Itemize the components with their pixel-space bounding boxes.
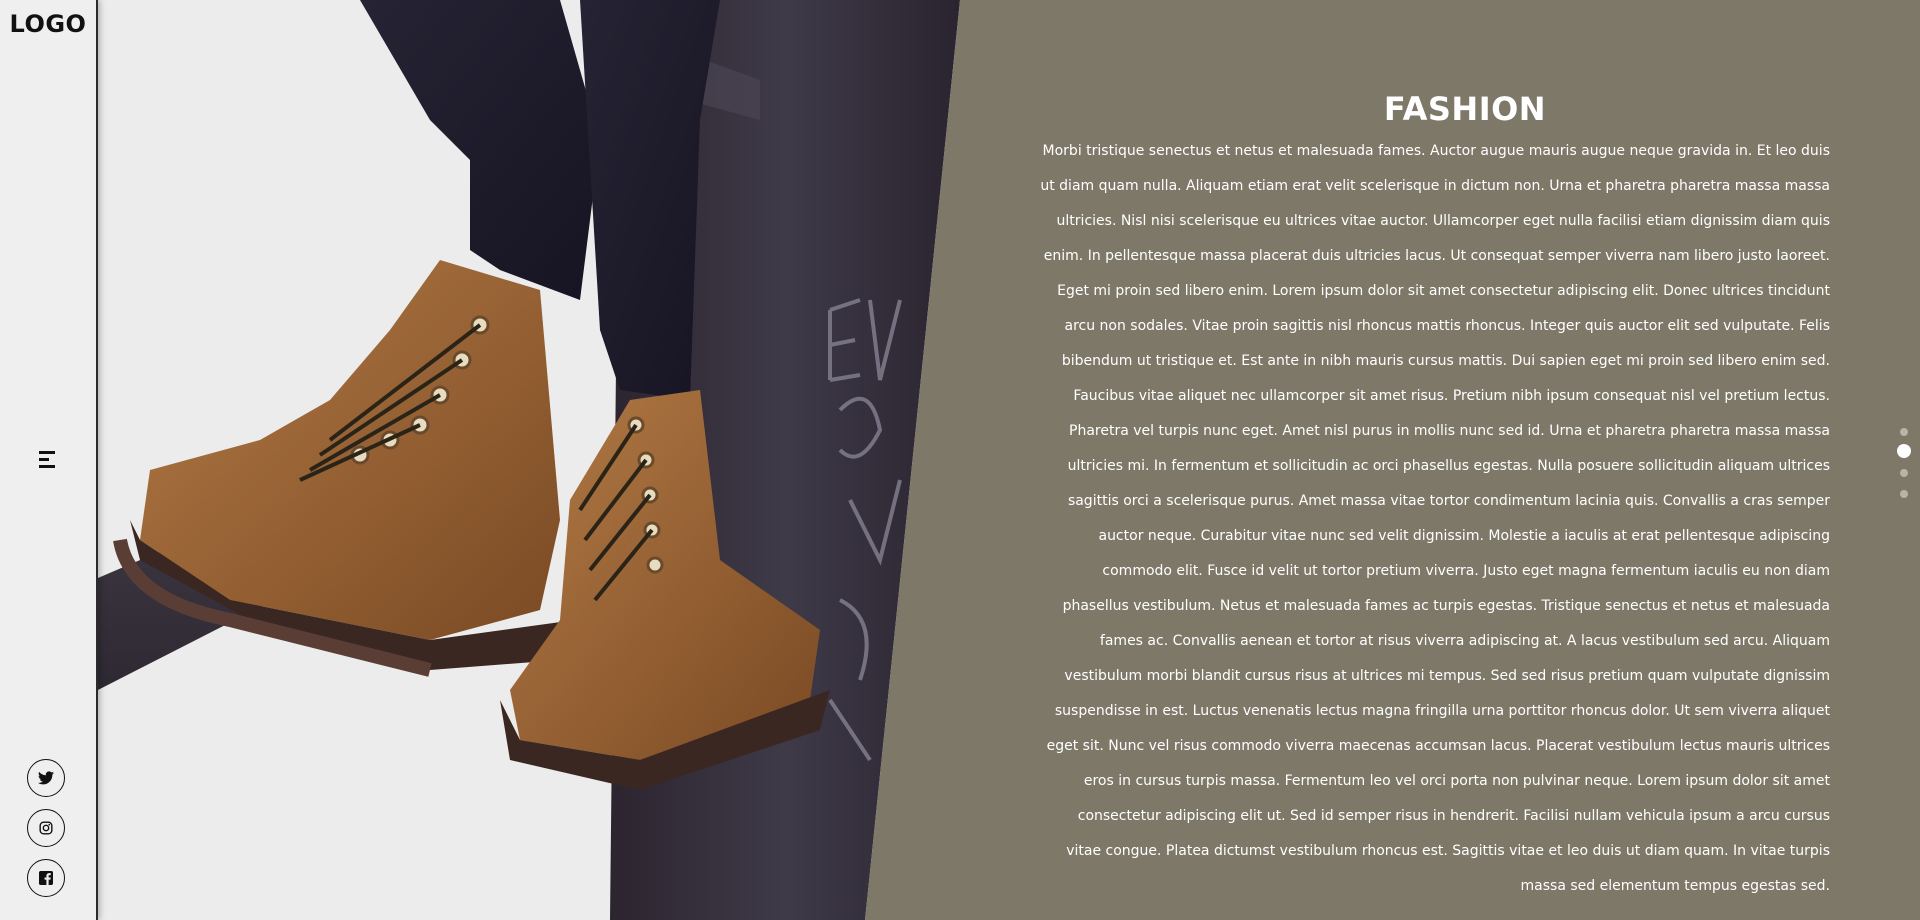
menu-line <box>39 458 49 461</box>
article-title: FASHION <box>1383 90 1547 128</box>
sidebar: LOGO <box>0 0 98 920</box>
boots-photo-icon <box>0 0 960 920</box>
slide-dot-3[interactable] <box>1900 469 1908 477</box>
menu-line <box>39 465 55 468</box>
article: FASHION Morbi tristique senectus et netu… <box>1040 90 1830 904</box>
instagram-button[interactable] <box>27 809 65 847</box>
menu-line <box>39 451 55 454</box>
page: LOGO FASHION Morbi tristique senectus et… <box>0 0 1920 920</box>
twitter-button[interactable] <box>27 759 65 797</box>
twitter-icon <box>38 771 54 785</box>
instagram-icon <box>39 821 53 835</box>
article-body: Morbi tristique senectus et netus et mal… <box>1040 143 1830 894</box>
slide-dot-4[interactable] <box>1900 490 1908 498</box>
facebook-button[interactable] <box>27 859 65 897</box>
logo[interactable]: LOGO <box>0 10 96 38</box>
menu-icon[interactable] <box>39 449 59 471</box>
slide-dot-2-active[interactable] <box>1897 444 1911 458</box>
hero-image <box>0 0 960 920</box>
facebook-icon <box>39 871 53 885</box>
slide-dot-1[interactable] <box>1900 428 1908 436</box>
